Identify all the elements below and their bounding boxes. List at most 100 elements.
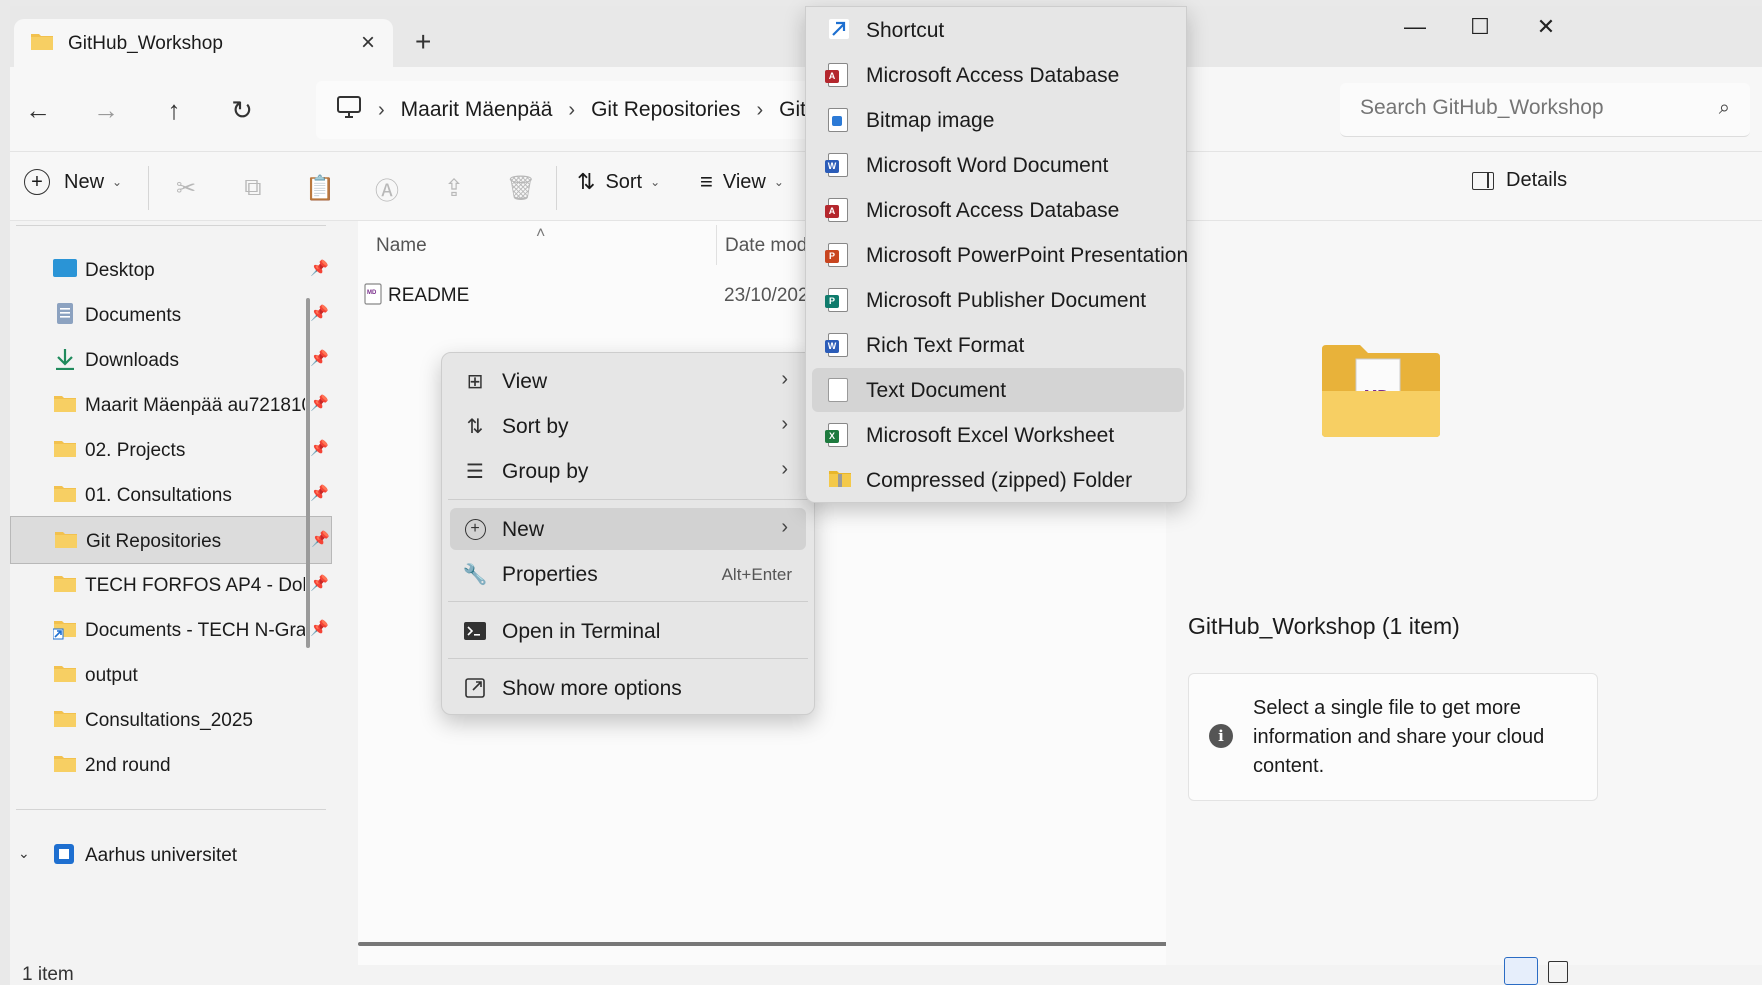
folder-icon [53,438,77,464]
submenu-item-access-1[interactable]: A Microsoft Access Database [812,53,1184,97]
downloads-icon [53,348,77,376]
submenu-item-rtf[interactable]: W Rich Text Format [812,323,1184,367]
large-folder-icon: MD [1320,343,1442,445]
minimize-button[interactable]: — [1395,14,1435,40]
pin-icon[interactable]: 📌 [310,484,329,502]
sidebar-item-aarhus[interactable]: ⌄ Aarhus universitet [10,837,330,865]
pin-icon[interactable]: 📌 [310,439,329,457]
new-tab-button[interactable]: + [415,26,431,58]
info-icon: i [1209,724,1233,748]
desktop-icon [53,258,77,284]
close-window-button[interactable]: ✕ [1526,14,1566,40]
sidebar-item-consultations-2025[interactable]: Consultations_2025 [10,696,330,744]
back-button[interactable]: ← [18,95,58,126]
pin-icon[interactable]: 📌 [310,349,329,367]
rename-icon[interactable]: Ⓐ [371,172,403,205]
sidebar-item-documents-tech[interactable]: Documents - TECH N-Gras 📌 [10,606,330,654]
refresh-button[interactable]: ↻ [222,95,262,126]
chevron-right-icon: › [781,458,788,480]
sidebar-item-tech-forfos[interactable]: TECH FORFOS AP4 - Dokumenter 📌 [10,561,330,609]
submenu-item-publisher[interactable]: P Microsoft Publisher Document [812,278,1184,322]
submenu-item-bitmap[interactable]: Bitmap image [812,98,1184,142]
breadcrumb-user[interactable]: Maarit Mäenpää [401,98,553,122]
menu-item-group-by[interactable]: ☰ Group by › [450,450,806,492]
pin-icon[interactable]: 📌 [311,530,330,548]
sidebar-item-2nd-round[interactable]: 2nd round [10,741,330,789]
submenu-item-powerpoint[interactable]: P Microsoft PowerPoint Presentation [812,233,1188,277]
submenu-item-shortcut[interactable]: Shortcut [812,8,1184,52]
sidebar-item-downloads[interactable]: Downloads 📌 [10,336,330,384]
pin-icon[interactable]: 📌 [310,619,329,637]
forward-button[interactable]: → [86,95,126,126]
pin-icon[interactable]: 📌 [310,394,329,412]
delete-icon[interactable]: 🗑 [505,172,537,204]
chevron-right-icon: › [781,516,788,538]
powerpoint-icon: P [825,243,848,267]
sidebar-item-projects[interactable]: 02. Projects 📌 [10,426,330,474]
divider [16,225,326,226]
chevron-right-icon: › [781,413,788,435]
menu-item-open-terminal[interactable]: Open in Terminal [450,610,806,652]
submenu-item-zip-folder[interactable]: Compressed (zipped) Folder [812,458,1184,502]
sidebar-item-consultations[interactable]: 01. Consultations 📌 [10,471,330,519]
shortcut-folder-icon [52,618,77,646]
column-divider[interactable] [716,225,717,265]
file-name-readme[interactable]: README [388,285,469,307]
sharepoint-icon [53,843,75,865]
submenu-item-word[interactable]: W Microsoft Word Document [812,143,1184,187]
item-count: 1 item [22,964,74,985]
tiles-view-toggle[interactable] [1548,961,1568,983]
search-box[interactable]: ⌕ [1340,83,1750,137]
details-button[interactable]: Details [1472,169,1567,192]
chevron-down-icon[interactable]: ⌄ [18,845,30,862]
up-button[interactable]: ↑ [154,95,194,126]
new-submenu: Shortcut A Microsoft Access Database Bit… [805,6,1188,503]
sidebar-scrollbar[interactable] [306,298,310,648]
sidebar-item-documents[interactable]: Documents 📌 [10,291,330,339]
menu-item-show-more-options[interactable]: Show more options [450,667,806,709]
submenu-item-excel[interactable]: X Microsoft Excel Worksheet [812,413,1184,457]
folder-icon [53,393,77,419]
menu-item-view[interactable]: ⊞ View › [450,360,806,402]
tab-github-workshop[interactable]: GitHub_Workshop × [14,19,393,69]
share-icon[interactable]: ⇪ [438,172,470,204]
folder-icon [54,529,78,555]
pin-icon[interactable]: 📌 [310,304,329,322]
word-icon: W [825,153,848,177]
sort-button[interactable]: ⇅ Sort ⌄ [577,169,660,195]
plus-circle-icon: + [462,516,488,542]
pin-icon[interactable]: 📌 [310,259,329,277]
submenu-item-text-document[interactable]: Text Document [812,368,1184,412]
sort-icon: ⇅ [577,169,596,194]
breadcrumb-git[interactable]: Git [779,98,806,122]
svg-text:MD: MD [367,290,377,296]
submenu-item-access-2[interactable]: A Microsoft Access Database [812,188,1184,232]
sidebar-item-user-folder[interactable]: Maarit Mäenpää au721810 📌 [10,381,330,429]
menu-item-properties[interactable]: 🔧 Properties Alt+Enter [450,553,806,595]
details-title: GitHub_Workshop (1 item) [1188,613,1460,639]
sidebar-item-output[interactable]: output [10,651,330,699]
search-icon: ⌕ [1718,97,1730,119]
sidebar-item-desktop[interactable]: Desktop 📌 [10,246,330,294]
view-button[interactable]: ≡ View ⌄ [700,169,784,195]
copy-icon[interactable]: ⧉ [237,172,269,204]
details-view-toggle[interactable] [1504,957,1538,985]
search-input[interactable] [1360,96,1700,120]
terminal-icon [462,618,488,644]
horizontal-scrollbar[interactable] [358,942,1188,946]
close-tab-icon[interactable]: × [361,29,375,57]
maximize-button[interactable]: ☐ [1460,14,1500,40]
breadcrumb-git-repositories[interactable]: Git Repositories [591,98,740,122]
divider [448,658,808,659]
new-label: New [64,170,105,193]
cut-icon[interactable]: ✂ [170,172,202,204]
access-icon: A [825,198,848,222]
new-button[interactable]: + New ⌄ [24,169,122,195]
column-header-name[interactable]: Name [376,235,427,257]
paste-icon[interactable]: 📋 [304,172,336,204]
sidebar-item-git-repositories[interactable]: Git Repositories 📌 [10,516,332,564]
pin-icon[interactable]: 📌 [310,574,329,592]
menu-item-sort-by[interactable]: ⇅ Sort by › [450,405,806,447]
chevron-right-icon: › [378,98,385,121]
menu-item-new[interactable]: + New › [450,508,806,550]
